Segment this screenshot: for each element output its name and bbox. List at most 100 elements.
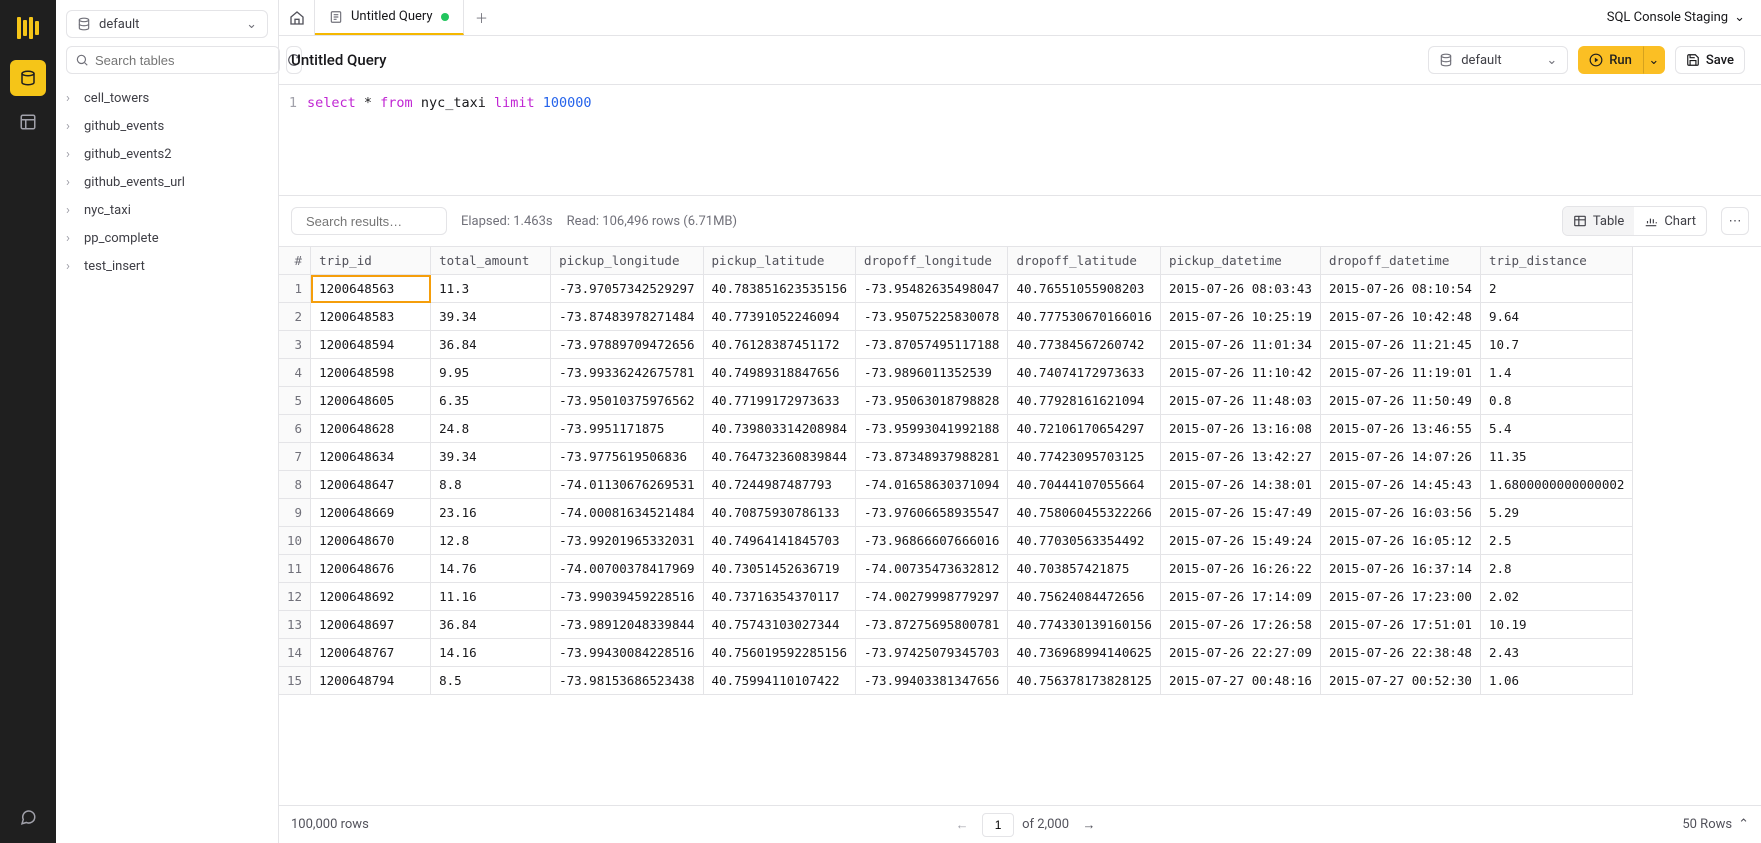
cell[interactable]: 1200648634	[311, 443, 431, 471]
cell[interactable]: 2015-07-26 10:42:48	[1320, 303, 1480, 331]
cell[interactable]: 10.19	[1480, 611, 1632, 639]
cell[interactable]: 1	[279, 275, 311, 303]
cell[interactable]: 40.75743103027344	[703, 611, 855, 639]
cell[interactable]: 2015-07-26 11:10:42	[1160, 359, 1320, 387]
cell[interactable]: 1200648628	[311, 415, 431, 443]
cell[interactable]: 1200648676	[311, 555, 431, 583]
cell[interactable]: 40.777530670166016	[1008, 303, 1160, 331]
cell[interactable]: 2015-07-26 16:26:22	[1160, 555, 1320, 583]
results-more-button[interactable]: ⋯	[1721, 207, 1749, 235]
cell[interactable]: 2015-07-26 15:47:49	[1160, 499, 1320, 527]
cell[interactable]: 1200648598	[311, 359, 431, 387]
tab-untitled-query[interactable]: Untitled Query	[315, 0, 464, 35]
cell[interactable]: -73.95482635498047	[856, 275, 1008, 303]
cell[interactable]: -73.95075225830078	[856, 303, 1008, 331]
cell[interactable]: 2015-07-26 11:50:49	[1320, 387, 1480, 415]
cell[interactable]: 2015-07-27 00:52:30	[1320, 667, 1480, 695]
cell[interactable]: 23.16	[431, 499, 551, 527]
cell[interactable]: 1200648697	[311, 611, 431, 639]
cell[interactable]: -74.01130676269531	[551, 471, 703, 499]
cell[interactable]: 2	[279, 303, 311, 331]
cell[interactable]: 6	[279, 415, 311, 443]
cell[interactable]: -73.97425079345703	[856, 639, 1008, 667]
cell[interactable]: -73.95010375976562	[551, 387, 703, 415]
cell[interactable]: 2015-07-26 11:01:34	[1160, 331, 1320, 359]
cell[interactable]: 40.77391052246094	[703, 303, 855, 331]
cell[interactable]: 7	[279, 443, 311, 471]
cell[interactable]: 1.06	[1480, 667, 1632, 695]
cell[interactable]: 40.74989318847656	[703, 359, 855, 387]
cell[interactable]: 11.3	[431, 275, 551, 303]
cell[interactable]: 40.7244987487793	[703, 471, 855, 499]
cell[interactable]: 2	[1480, 275, 1632, 303]
cell[interactable]: -73.99201965332031	[551, 527, 703, 555]
run-database-select[interactable]: default ⌄	[1428, 46, 1568, 74]
cell[interactable]: -73.95063018798828	[856, 387, 1008, 415]
table-item[interactable]: ›github_events_url	[62, 168, 272, 196]
cell[interactable]: 40.739803314208984	[703, 415, 855, 443]
cell[interactable]: 10.7	[1480, 331, 1632, 359]
cell[interactable]: 2015-07-26 14:38:01	[1160, 471, 1320, 499]
table-row[interactable]: 1120064856311.3-73.9705734252929740.7838…	[279, 275, 1633, 303]
cell[interactable]: 10	[279, 527, 311, 555]
cell[interactable]: 2015-07-26 22:27:09	[1160, 639, 1320, 667]
cell[interactable]: 39.34	[431, 303, 551, 331]
cell[interactable]: 40.76551055908203	[1008, 275, 1160, 303]
cell[interactable]: 14.16	[431, 639, 551, 667]
cell[interactable]: 2015-07-26 08:03:43	[1160, 275, 1320, 303]
cell[interactable]: 9	[279, 499, 311, 527]
save-button[interactable]: Save	[1675, 46, 1745, 74]
cell[interactable]: 40.74074172973633	[1008, 359, 1160, 387]
cell[interactable]: 2015-07-26 16:03:56	[1320, 499, 1480, 527]
table-item[interactable]: ›pp_complete	[62, 224, 272, 252]
table-row[interactable]: 812006486478.8-74.0113067626953140.72449…	[279, 471, 1633, 499]
cell[interactable]: 1200648692	[311, 583, 431, 611]
cell[interactable]: -73.9951171875	[551, 415, 703, 443]
cell[interactable]: -73.98912048339844	[551, 611, 703, 639]
table-row[interactable]: 3120064859436.84-73.9788970947265640.761…	[279, 331, 1633, 359]
cell[interactable]: 1200648594	[311, 331, 431, 359]
table-row[interactable]: 14120064876714.16-73.9943008422851640.75…	[279, 639, 1633, 667]
cell[interactable]: 2015-07-26 15:49:24	[1160, 527, 1320, 555]
column-header[interactable]: pickup_latitude	[703, 247, 855, 275]
cell[interactable]: 40.70444107055664	[1008, 471, 1160, 499]
cell[interactable]: 24.8	[431, 415, 551, 443]
cell[interactable]: 40.74964141845703	[703, 527, 855, 555]
cell[interactable]: 8.5	[431, 667, 551, 695]
cell[interactable]: 2015-07-26 11:48:03	[1160, 387, 1320, 415]
search-tables-input[interactable]	[95, 53, 271, 68]
table-item[interactable]: ›github_events	[62, 112, 272, 140]
cell[interactable]: 40.72106170654297	[1008, 415, 1160, 443]
cell[interactable]: -74.00735473632812	[856, 555, 1008, 583]
page-input[interactable]	[982, 813, 1014, 837]
cell[interactable]: 2015-07-26 13:42:27	[1160, 443, 1320, 471]
table-row[interactable]: 11120064867614.76-74.0070037841796940.73…	[279, 555, 1633, 583]
run-button[interactable]: Run	[1578, 46, 1643, 74]
rows-per-page-select[interactable]: 50 Rows ⌃	[1682, 817, 1749, 832]
cell[interactable]: 2015-07-27 00:48:16	[1160, 667, 1320, 695]
database-select[interactable]: default ⌄	[66, 10, 268, 38]
cell[interactable]: 40.77199172973633	[703, 387, 855, 415]
cell[interactable]: 1200648563	[311, 275, 431, 303]
cell[interactable]: 2015-07-26 22:38:48	[1320, 639, 1480, 667]
page-prev-button[interactable]: ←	[950, 813, 974, 837]
cell[interactable]: 13	[279, 611, 311, 639]
cell[interactable]: 1200648583	[311, 303, 431, 331]
env-switcher[interactable]: SQL Console Staging ⌄	[1591, 0, 1761, 35]
cell[interactable]: 40.70875930786133	[703, 499, 855, 527]
cell[interactable]: 40.774330139160156	[1008, 611, 1160, 639]
cell[interactable]: -73.9896011352539	[856, 359, 1008, 387]
search-tables-box[interactable]	[66, 46, 280, 74]
cell[interactable]: 40.76128387451172	[703, 331, 855, 359]
cell[interactable]: 2015-07-26 17:51:01	[1320, 611, 1480, 639]
cell[interactable]: -73.87275695800781	[856, 611, 1008, 639]
cell[interactable]: 8	[279, 471, 311, 499]
cell[interactable]: 0.8	[1480, 387, 1632, 415]
cell[interactable]: -73.97889709472656	[551, 331, 703, 359]
table-row[interactable]: 7120064863439.34-73.977561950683640.7647…	[279, 443, 1633, 471]
cell[interactable]: 11	[279, 555, 311, 583]
view-table-tab[interactable]: Table	[1563, 207, 1634, 235]
table-item[interactable]: ›test_insert	[62, 252, 272, 280]
cell[interactable]: 1200648647	[311, 471, 431, 499]
cell[interactable]: 2015-07-26 13:46:55	[1320, 415, 1480, 443]
